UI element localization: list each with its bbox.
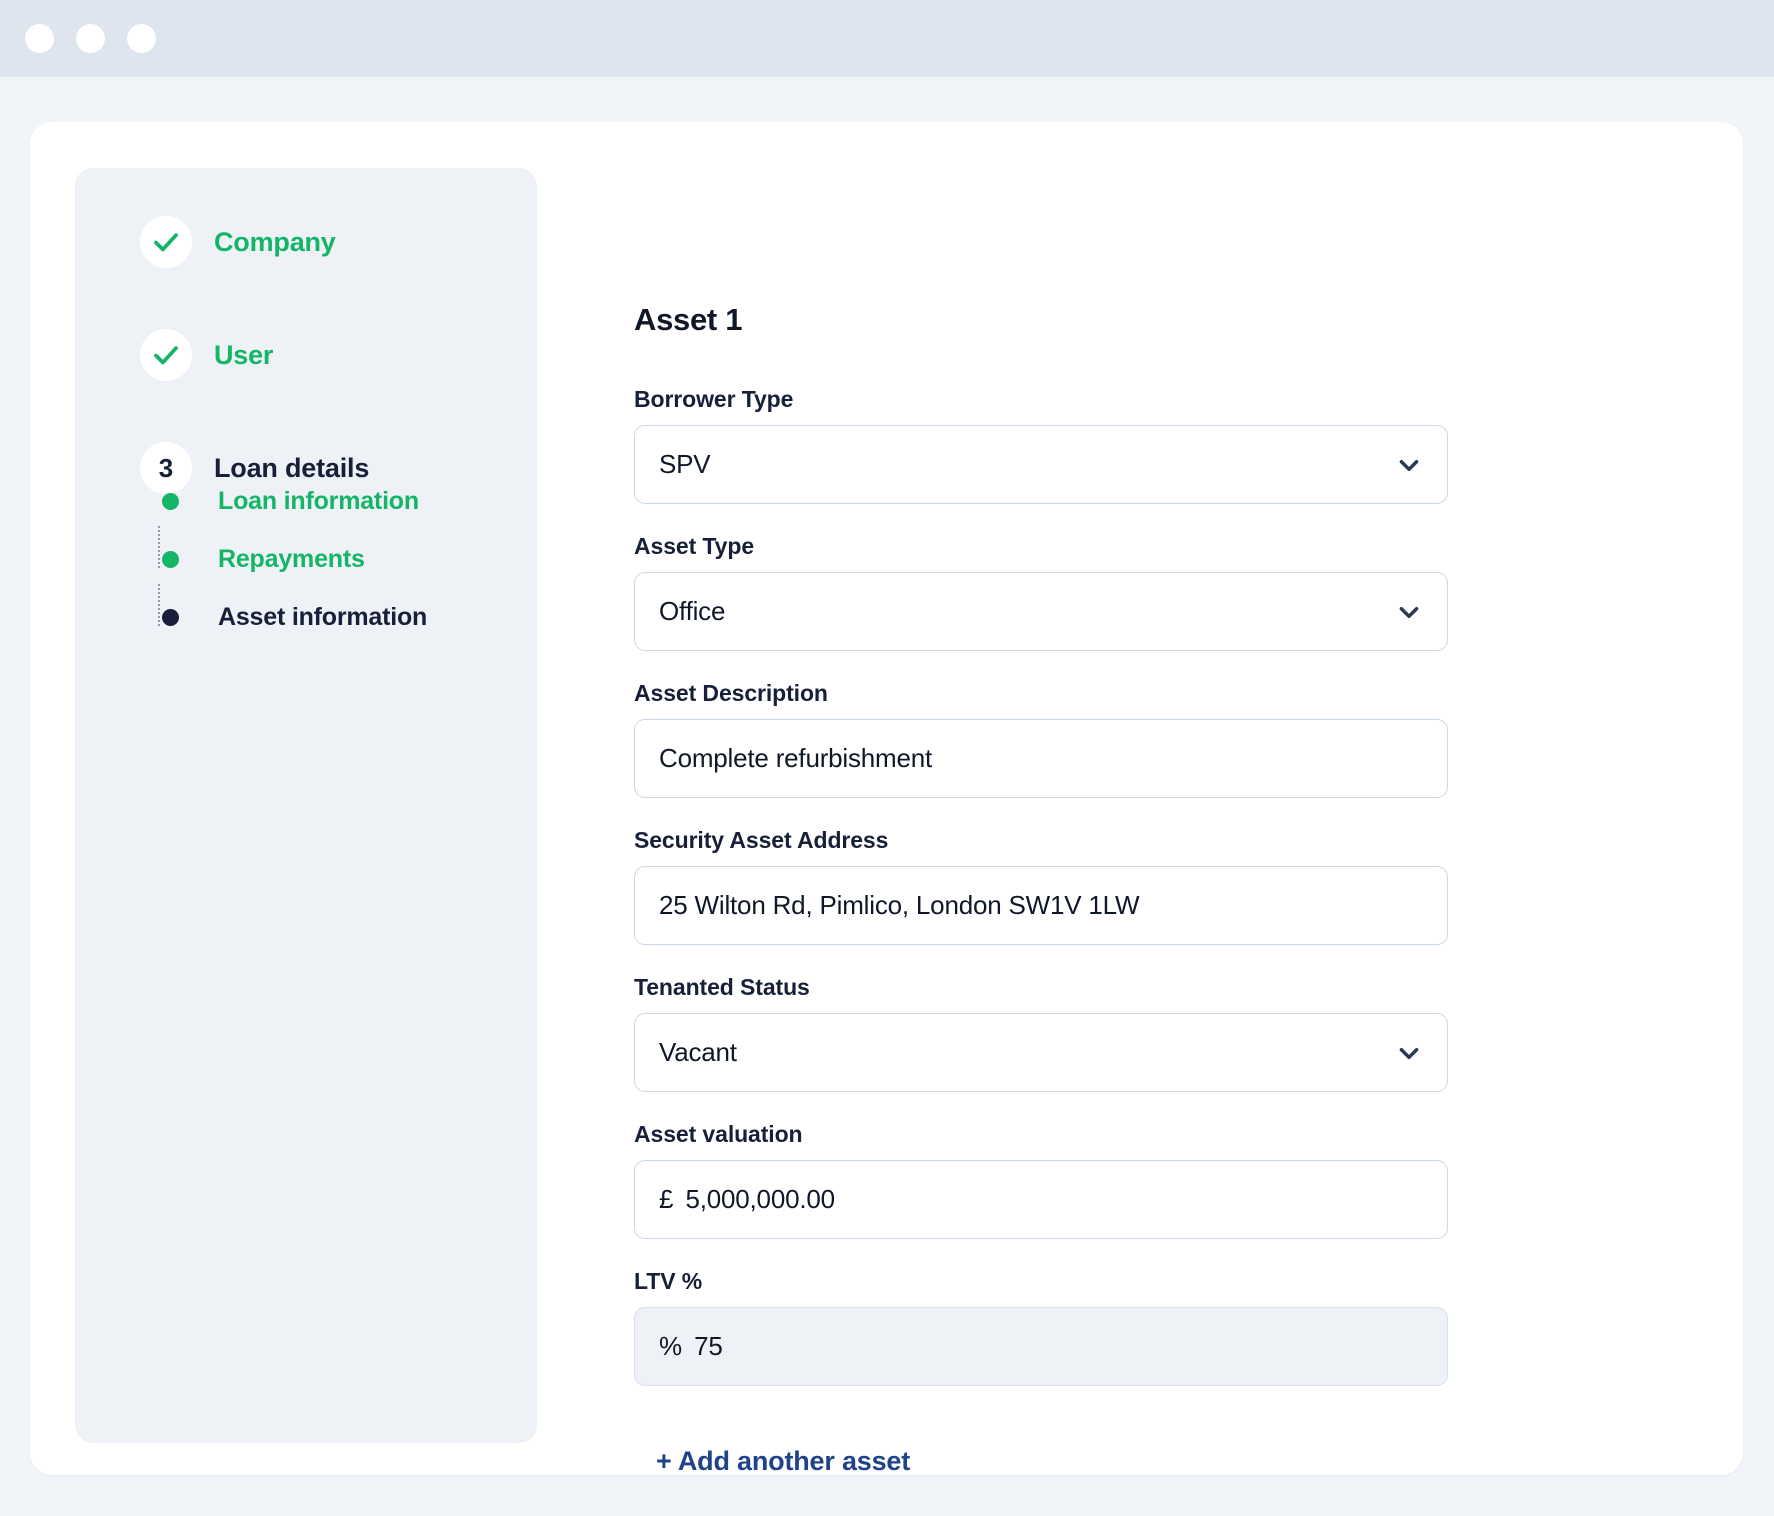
field-label: LTV % [634,1268,703,1294]
sidebar-substep-asset-information[interactable]: Asset information [152,594,540,640]
step-list: Company User 3 Loan details Loan informa… [140,214,540,640]
field-label: Borrower Type [634,386,794,412]
field-label: Tenanted Status [634,974,810,1000]
field-asset-type: Asset Type Office [634,533,1454,651]
main-card: Company User 3 Loan details Loan informa… [30,122,1743,1477]
check-icon [140,216,192,268]
field-label: Asset Type [634,533,755,559]
chevron-down-icon[interactable] [1395,451,1423,479]
field-label: Security Asset Address [634,827,889,853]
field-label: Asset valuation [634,1121,803,1147]
wizard-sidebar: Company User 3 Loan details Loan informa… [75,168,537,1443]
sidebar-step-label: User [214,339,274,370]
field-ltv-percent: LTV % % 75 [634,1268,1454,1386]
check-icon [140,329,192,381]
bullet-icon [162,608,179,626]
maximize-dot-icon[interactable] [127,24,156,53]
chevron-down-icon[interactable] [1395,1039,1423,1067]
minimize-dot-icon[interactable] [76,24,105,53]
sidebar-substep-loan-information[interactable]: Loan information [152,478,540,524]
ltv-percent-input: % 75 [634,1307,1448,1386]
field-label: Asset Description [634,680,828,706]
percent-prefix: % [659,1331,683,1361]
asset-type-value: Office [659,596,726,626]
field-borrower-type: Borrower Type SPV [634,386,1454,504]
sidebar-step-company[interactable]: Company [140,214,540,270]
asset-form: Asset 1 Borrower Type SPV Asset Type Off… [634,302,1454,1477]
sidebar-step-label: Company [214,226,336,257]
sidebar-substep-label: Repayments [218,544,365,573]
field-security-asset-address: Security Asset Address 25 Wilton Rd, Pim… [634,827,1454,945]
asset-valuation-input[interactable]: £ 5,000,000.00 [634,1160,1448,1239]
bullet-icon [162,550,179,568]
field-tenanted-status: Tenanted Status Vacant [634,974,1454,1092]
substep-list: Loan information Repayments Asset inform… [140,478,540,640]
asset-valuation-value: 5,000,000.00 [685,1184,835,1214]
field-asset-description: Asset Description Complete refurbishment [634,680,1454,798]
window-titlebar [0,0,1774,77]
borrower-type-select[interactable]: SPV [634,425,1448,504]
window-controls [25,24,156,53]
sidebar-substep-repayments[interactable]: Repayments [152,536,540,582]
sidebar-substep-label: Asset information [218,602,428,631]
security-asset-address-value: 25 Wilton Rd, Pimlico, London SW1V 1LW [659,890,1140,920]
sidebar-substep-label: Loan information [218,486,419,515]
tenanted-status-value: Vacant [659,1037,737,1067]
bullet-icon [162,492,179,510]
sidebar-step-user[interactable]: User [140,327,540,383]
asset-description-input[interactable]: Complete refurbishment [634,719,1448,798]
borrower-type-value: SPV [659,449,711,479]
page-title: Asset 1 [634,302,743,337]
asset-type-select[interactable]: Office [634,572,1448,651]
asset-description-value: Complete refurbishment [659,743,933,773]
chevron-down-icon[interactable] [1395,598,1423,626]
security-asset-address-input[interactable]: 25 Wilton Rd, Pimlico, London SW1V 1LW [634,866,1448,945]
close-dot-icon[interactable] [25,24,54,53]
ltv-percent-value: 75 [694,1331,723,1361]
add-another-asset-button[interactable]: + Add another asset [656,1446,910,1477]
tenanted-status-select[interactable]: Vacant [634,1013,1448,1092]
currency-prefix: £ [659,1184,674,1214]
field-asset-valuation: Asset valuation £ 5,000,000.00 [634,1121,1454,1239]
